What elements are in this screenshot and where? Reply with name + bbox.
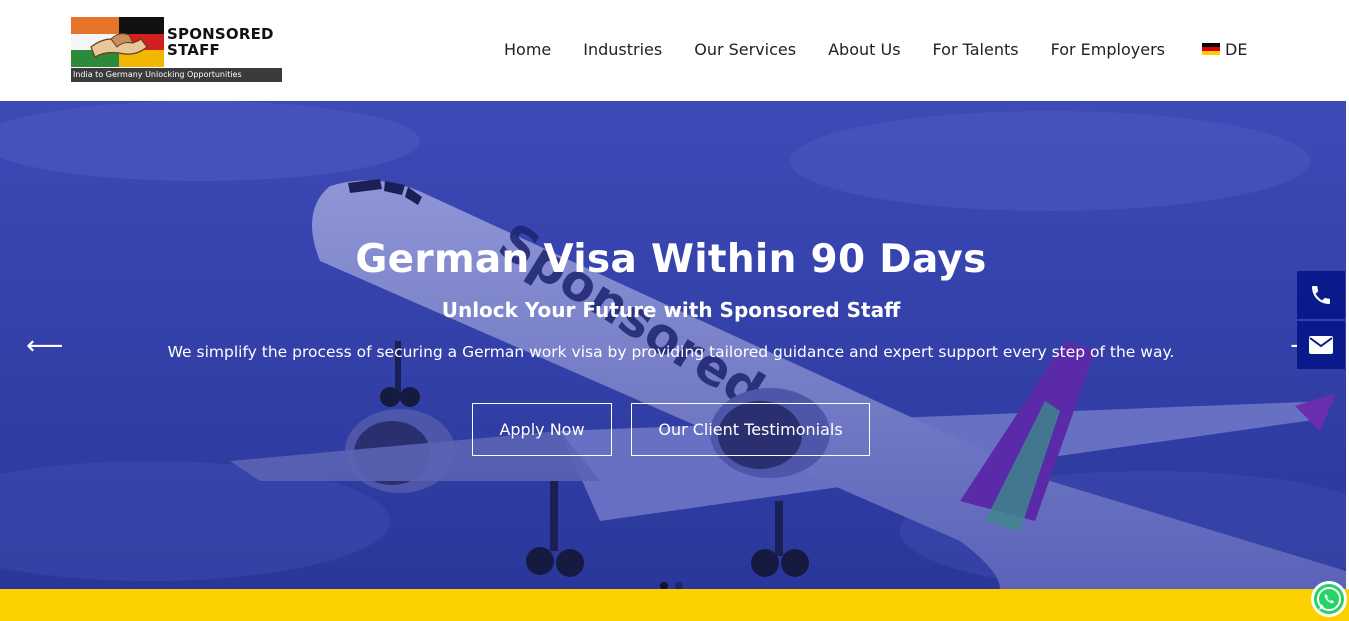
brand-name-line2: STAFF	[167, 41, 220, 59]
apply-now-button[interactable]: Apply Now	[472, 403, 612, 456]
hero-subtitle: Unlock Your Future with Sponsored Staff	[441, 298, 901, 322]
logo-mark-icon	[71, 17, 164, 67]
nav-item-about-us[interactable]: About Us	[828, 40, 900, 59]
slider-dot-1[interactable]	[660, 582, 668, 589]
whatsapp-button[interactable]	[1311, 581, 1347, 617]
nav-item-for-employers[interactable]: For Employers	[1051, 40, 1165, 59]
email-contact-button[interactable]	[1297, 321, 1345, 369]
main-nav: Home Industries Our Services About Us Fo…	[504, 37, 1247, 61]
brand-tagline: India to Germany Unlocking Opportunities	[71, 68, 282, 82]
slider-dot-2[interactable]	[675, 582, 683, 589]
phone-icon	[1312, 286, 1330, 304]
phone-contact-button[interactable]	[1297, 271, 1345, 319]
brand-logo[interactable]: SPONSORED STAFF India to Germany Unlocki…	[71, 17, 283, 82]
brand-name-line1: SPONSORED	[167, 25, 274, 43]
hero-title: German Visa Within 90 Days	[355, 237, 987, 282]
whatsapp-icon	[1314, 584, 1344, 614]
germany-flag-icon	[1202, 43, 1220, 55]
nav-item-for-talents[interactable]: For Talents	[933, 40, 1019, 59]
nav-item-industries[interactable]: Industries	[583, 40, 662, 59]
nav-item-our-services[interactable]: Our Services	[694, 40, 796, 59]
site-header: SPONSORED STAFF India to Germany Unlocki…	[0, 0, 1349, 101]
yellow-section-bar	[0, 589, 1349, 621]
slider-pagination	[660, 582, 683, 589]
language-label: DE	[1225, 39, 1248, 59]
hero-description: We simplify the process of securing a Ge…	[167, 343, 1175, 361]
mail-icon	[1309, 336, 1333, 354]
slider-prev-arrow-icon[interactable]: ⟵	[26, 333, 63, 359]
client-testimonials-button[interactable]: Our Client Testimonials	[631, 403, 870, 456]
language-switcher[interactable]: DE	[1202, 40, 1247, 59]
hero-slider: Sponsored St German Visa Within 90 Days …	[0, 101, 1346, 589]
nav-item-home[interactable]: Home	[504, 40, 551, 59]
